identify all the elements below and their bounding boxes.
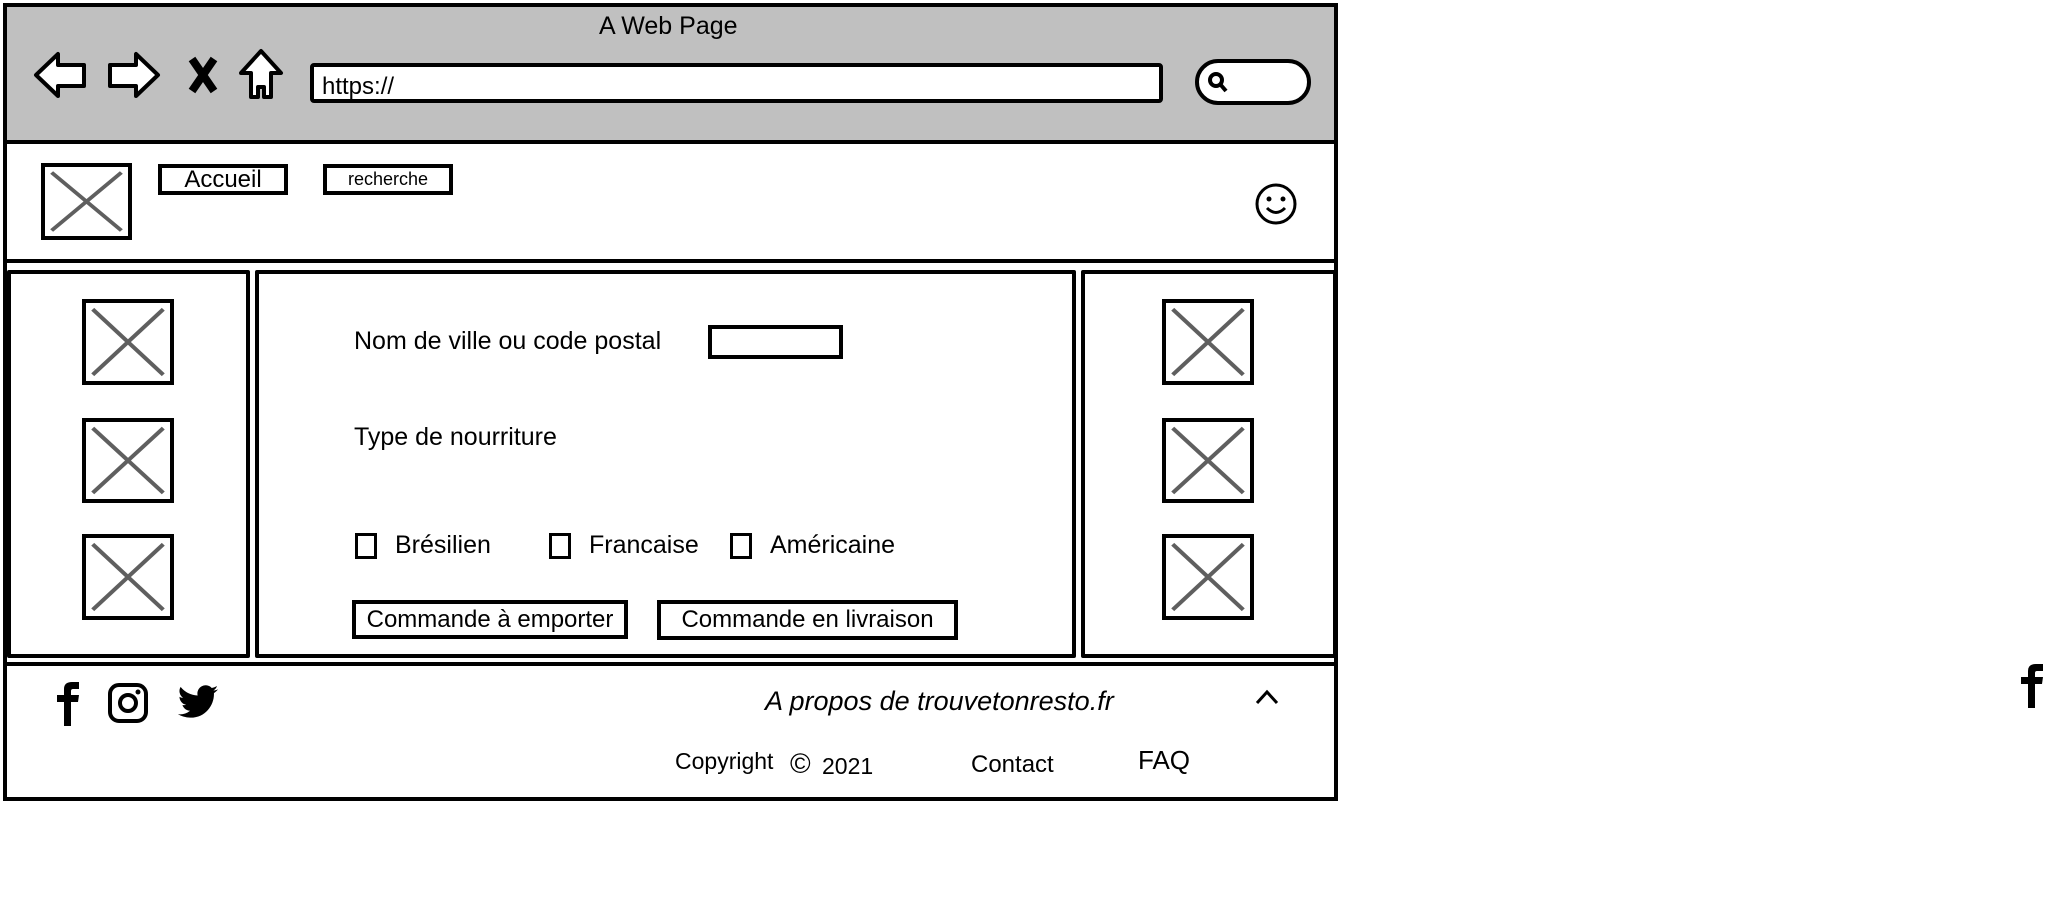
right-image-placeholder xyxy=(1162,299,1254,385)
delivery-order-button[interactable]: Commande en livraison xyxy=(657,600,958,640)
left-image-placeholder xyxy=(82,534,174,620)
url-text: https:// xyxy=(322,73,395,100)
caret-up-icon[interactable] xyxy=(1254,688,1280,706)
search-icon xyxy=(1208,72,1228,93)
back-arrow-icon[interactable] xyxy=(32,50,88,100)
twitter-icon[interactable] xyxy=(176,684,220,722)
browser-search-field[interactable] xyxy=(1195,59,1311,105)
window-title: A Web Page xyxy=(599,12,738,40)
left-image-placeholder xyxy=(82,418,174,503)
about-link[interactable]: A propos de trouvetonresto.fr xyxy=(765,688,1114,715)
url-bar[interactable]: https:// xyxy=(310,63,1163,103)
checkbox-francaise-label: Francaise xyxy=(589,531,699,559)
checkbox-bresilien-label: Brésilien xyxy=(395,531,491,559)
copyright-symbol: © xyxy=(790,748,811,779)
nav-recherche-button[interactable]: recherche xyxy=(323,164,453,195)
facebook-icon[interactable] xyxy=(54,680,82,726)
checkbox-americaine[interactable] xyxy=(730,533,752,559)
stop-icon[interactable] xyxy=(186,55,220,95)
site-header xyxy=(5,140,1336,263)
home-icon[interactable] xyxy=(237,47,285,101)
checkbox-bresilien[interactable] xyxy=(355,533,377,559)
copyright-text: Copyright xyxy=(675,748,774,774)
city-input[interactable] xyxy=(708,325,843,359)
logo-image-placeholder xyxy=(41,163,132,240)
left-image-placeholder xyxy=(82,299,174,385)
facebook-icon[interactable] xyxy=(2018,662,2046,708)
contact-link[interactable]: Contact xyxy=(971,753,1054,777)
food-type-label: Type de nourriture xyxy=(354,423,557,451)
right-image-placeholder xyxy=(1162,534,1254,620)
smiley-icon[interactable] xyxy=(1253,181,1299,227)
right-image-placeholder xyxy=(1162,418,1254,503)
checkbox-americaine-label: Américaine xyxy=(770,531,896,559)
city-label: Nom de ville ou code postal xyxy=(354,327,662,355)
takeaway-order-button[interactable]: Commande à emporter xyxy=(352,600,628,639)
copyright-year: 2021 xyxy=(822,753,874,779)
faq-link[interactable]: FAQ xyxy=(1138,747,1190,773)
site-footer xyxy=(3,662,1338,666)
nav-accueil-button[interactable]: Accueil xyxy=(158,164,288,195)
checkbox-francaise[interactable] xyxy=(549,533,571,559)
forward-arrow-icon[interactable] xyxy=(106,50,162,100)
instagram-icon[interactable] xyxy=(107,682,149,724)
